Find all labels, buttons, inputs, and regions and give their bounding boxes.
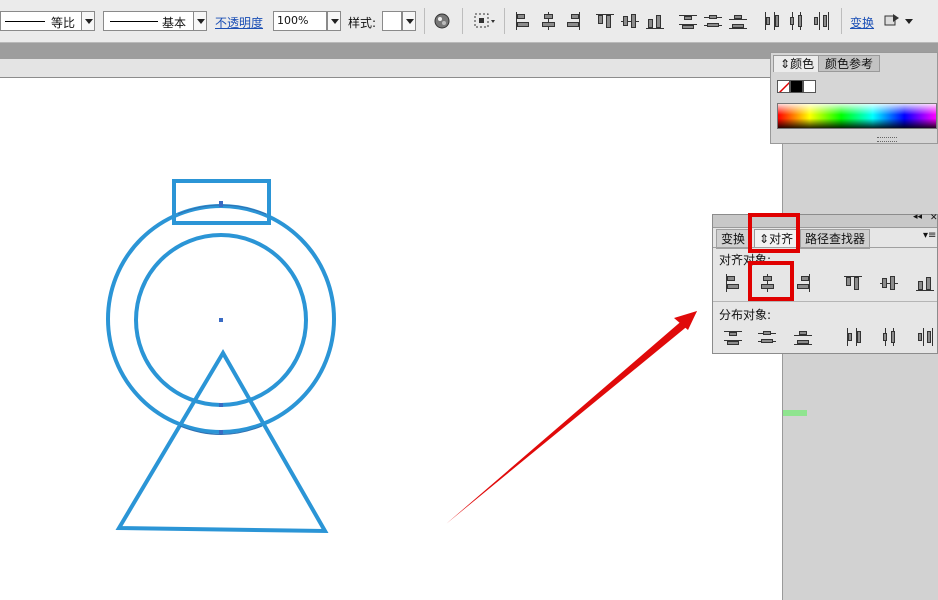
status-marker xyxy=(783,410,807,416)
align-right-icon[interactable] xyxy=(563,11,583,31)
brush-label: 基本 xyxy=(162,16,187,30)
style-label: 样式: xyxy=(348,16,377,30)
align-vertical-center-icon[interactable] xyxy=(879,273,899,293)
tab-transform[interactable]: 变换 xyxy=(716,229,751,249)
opacity-link[interactable]: 不透明度 xyxy=(215,14,263,31)
align-right-icon[interactable] xyxy=(793,273,813,293)
panel-header[interactable]: ◂◂ ✕ xyxy=(713,212,938,228)
distribute-right-icon[interactable] xyxy=(811,11,831,31)
black-swatch[interactable] xyxy=(790,80,803,93)
align-bottom-icon[interactable] xyxy=(645,11,665,31)
distribute-top-icon[interactable] xyxy=(678,11,698,31)
opacity-combo[interactable]: 100% xyxy=(273,11,341,31)
distribute-bottom-icon[interactable] xyxy=(728,11,748,31)
color-panel: ⇕颜色 颜色参考 xyxy=(770,52,938,144)
variable-width-profile-select[interactable]: 等比 xyxy=(0,11,95,31)
tab-pathfinder[interactable]: 路径查找器 xyxy=(800,229,871,249)
highlight-align-tab xyxy=(748,213,800,253)
align-top-icon[interactable] xyxy=(595,11,615,31)
control-bar: 等比 基本 不透明度 100% 样式: 变换 xyxy=(0,0,938,43)
tab-divider xyxy=(713,247,937,248)
align-left-icon[interactable] xyxy=(513,11,533,31)
recolor-icon[interactable] xyxy=(432,11,452,31)
annotation-arrow xyxy=(446,311,697,524)
graphic-style-select[interactable] xyxy=(382,11,416,31)
anchor-point[interactable] xyxy=(219,201,223,207)
distribute-bottom-icon[interactable] xyxy=(793,327,813,347)
color-spectrum[interactable] xyxy=(777,103,937,129)
isolate-icon[interactable] xyxy=(472,11,500,31)
chevron-down-icon[interactable] xyxy=(327,11,341,31)
profile-label: 等比 xyxy=(51,16,76,30)
collapse-icon[interactable]: ◂◂ xyxy=(913,212,922,222)
close-icon[interactable]: ✕ xyxy=(930,213,938,223)
align-panel: ◂◂ ✕ 变换 ⇕对齐 路径查找器 ▾≡ 对齐对象: 分布对象: xyxy=(712,212,938,354)
none-swatch-icon[interactable] xyxy=(777,80,790,93)
distribute-vertical-center-icon[interactable] xyxy=(703,11,723,31)
panel-menu-icon[interactable]: ▾≡ xyxy=(923,230,936,241)
white-swatch[interactable] xyxy=(803,80,816,93)
tab-color-guide[interactable]: 颜色参考 xyxy=(818,55,881,72)
chevron-down-icon[interactable] xyxy=(81,11,95,31)
align-bottom-icon[interactable] xyxy=(915,273,935,293)
anchor-point[interactable] xyxy=(219,430,223,434)
anchor-point[interactable] xyxy=(219,403,223,407)
align-horizontal-center-icon[interactable] xyxy=(538,11,558,31)
tab-arrows-icon: ⇕ xyxy=(780,57,791,71)
distribute-objects-label: 分布对象: xyxy=(719,308,772,322)
distribute-left-icon[interactable] xyxy=(843,327,863,347)
distribute-vertical-center-icon[interactable] xyxy=(757,327,777,347)
resize-grip[interactable] xyxy=(877,137,897,142)
align-vertical-center-icon[interactable] xyxy=(620,11,640,31)
highlight-align-center-button xyxy=(748,261,794,301)
distribute-horizontal-center-icon[interactable] xyxy=(786,11,806,31)
distribute-left-icon[interactable] xyxy=(761,11,781,31)
artboard-canvas[interactable] xyxy=(0,78,783,600)
style-swatch xyxy=(382,11,402,31)
anchor-point[interactable] xyxy=(219,318,223,322)
align-top-icon[interactable] xyxy=(843,273,863,293)
align-left-icon[interactable] xyxy=(723,273,743,293)
opacity-input[interactable]: 100% xyxy=(273,11,327,31)
section-divider xyxy=(713,301,937,302)
transform-link[interactable]: 变换 xyxy=(850,14,874,31)
triangle-shape[interactable] xyxy=(115,349,329,534)
tab-color[interactable]: ⇕颜色 xyxy=(773,55,822,72)
distribute-right-icon[interactable] xyxy=(915,327,935,347)
arrange-icon[interactable] xyxy=(883,11,917,31)
distribute-horizontal-center-icon[interactable] xyxy=(879,327,899,347)
artwork xyxy=(106,179,697,534)
chevron-down-icon[interactable] xyxy=(402,11,416,31)
chevron-down-icon[interactable] xyxy=(193,11,207,31)
brush-definition-select[interactable]: 基本 xyxy=(103,11,207,31)
distribute-top-icon[interactable] xyxy=(723,327,743,347)
